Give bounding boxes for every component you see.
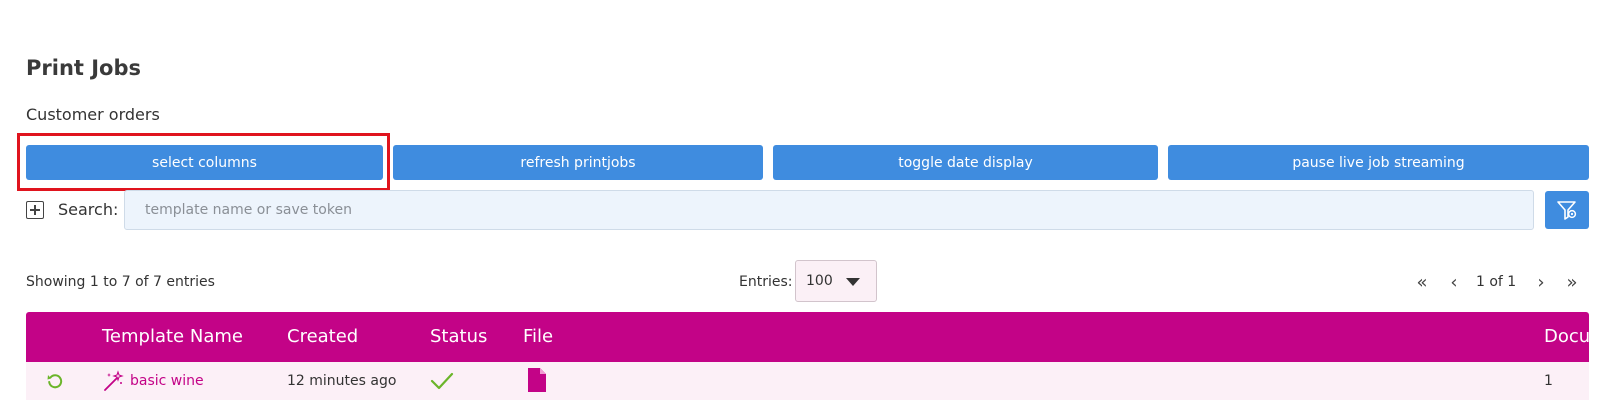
- search-input[interactable]: [124, 190, 1534, 230]
- reprint-icon[interactable]: [46, 372, 64, 394]
- column-header-created[interactable]: Created: [287, 326, 358, 347]
- document-count: 1: [1544, 373, 1553, 389]
- last-page-button[interactable]: »: [1562, 270, 1582, 294]
- print-jobs-page: Print Jobs Customer orders select column…: [0, 0, 1610, 400]
- entries-label: Entries:: [739, 274, 793, 290]
- checkmark-icon: [430, 371, 454, 395]
- next-page-button[interactable]: ›: [1531, 270, 1551, 294]
- entries-select-value: 100: [806, 273, 833, 289]
- first-page-button[interactable]: «: [1412, 270, 1432, 294]
- select-columns-button[interactable]: select columns: [26, 145, 383, 180]
- filter-settings-icon: [1557, 201, 1577, 220]
- page-subtitle: Customer orders: [26, 105, 160, 124]
- column-header-file[interactable]: File: [523, 326, 553, 347]
- entries-per-page-select[interactable]: 100: [795, 260, 877, 302]
- expand-plus-icon[interactable]: [26, 201, 44, 219]
- document-icon[interactable]: [527, 367, 547, 397]
- table-row: basic wine 12 minutes ago 1: [26, 362, 1589, 400]
- page-title: Print Jobs: [26, 56, 142, 80]
- column-header-template-name[interactable]: Template Name: [102, 326, 243, 347]
- table-header: Template Name Created Status File Docu: [26, 312, 1589, 362]
- template-name-link[interactable]: basic wine: [130, 373, 204, 389]
- column-header-status[interactable]: Status: [430, 326, 487, 347]
- pause-live-streaming-button[interactable]: pause live job streaming: [1168, 145, 1589, 180]
- filter-button[interactable]: [1545, 191, 1589, 229]
- page-indicator: 1 of 1: [1476, 274, 1517, 290]
- column-header-documents[interactable]: Docu: [1544, 326, 1589, 347]
- toggle-date-display-button[interactable]: toggle date display: [773, 145, 1158, 180]
- caret-down-icon: [846, 278, 860, 286]
- created-time: 12 minutes ago: [287, 373, 397, 389]
- search-label: Search:: [58, 200, 119, 219]
- prev-page-button[interactable]: ‹: [1444, 270, 1464, 294]
- entries-summary: Showing 1 to 7 of 7 entries: [26, 274, 215, 290]
- refresh-printjobs-button[interactable]: refresh printjobs: [393, 145, 763, 180]
- magic-wand-icon: [102, 370, 124, 396]
